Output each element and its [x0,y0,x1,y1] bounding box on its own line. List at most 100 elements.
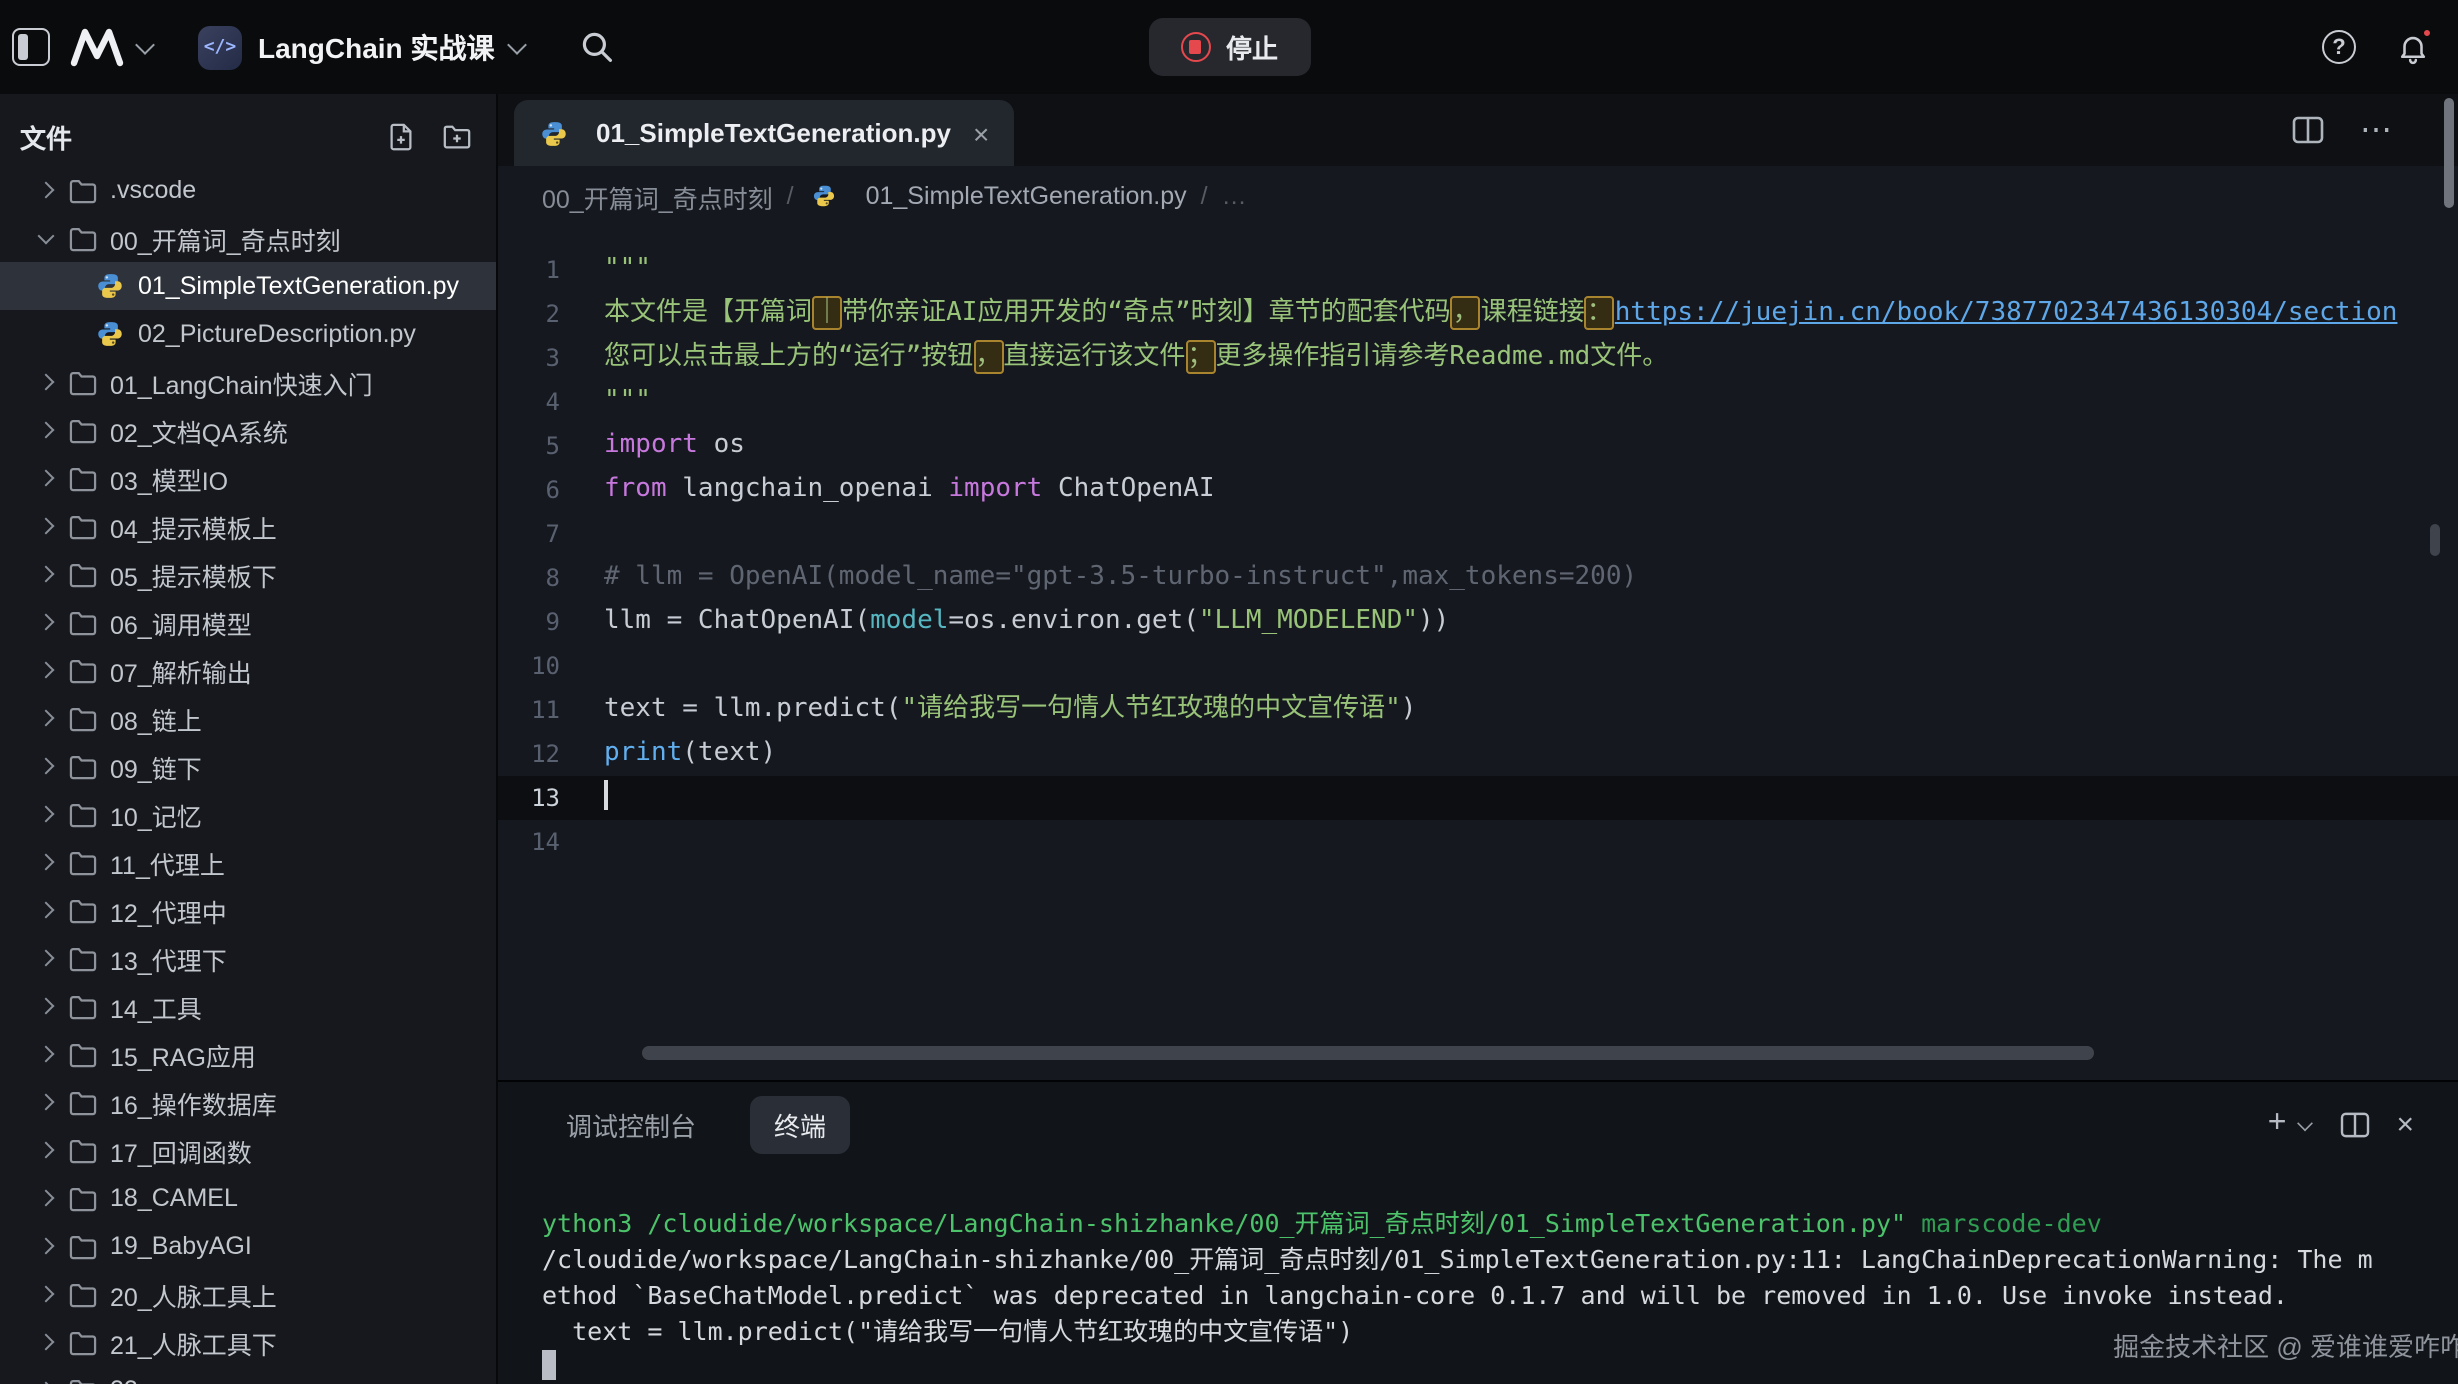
chevron-icon[interactable] [32,560,60,588]
search-icon[interactable] [580,30,614,64]
tree-folder-item[interactable]: 01_LangChain快速入门 [0,358,496,406]
chevron-icon[interactable] [32,464,60,492]
chevron-icon[interactable] [32,608,60,636]
chevron-icon[interactable] [32,1376,60,1384]
tab-debug-console[interactable]: 调试控制台 [542,1095,720,1153]
code-line[interactable]: 1""" [498,248,2458,292]
tree-folder-item[interactable]: 13_代理下 [0,934,496,982]
chevron-icon[interactable] [32,1136,60,1164]
code-line[interactable]: 11text = llm.predict("请给我写一句情人节红玫瑰的中文宣传语… [498,688,2458,732]
terminal-dropdown-chevron-icon[interactable] [2298,1117,2312,1131]
close-panel-icon[interactable]: × [2396,1107,2414,1141]
chevron-icon[interactable] [32,176,60,204]
tree-folder-item[interactable]: 09_链下 [0,742,496,790]
tree-folder-item[interactable]: 20_人脉工具上 [0,1270,496,1318]
sidebar-toggle-icon[interactable] [12,28,50,66]
new-terminal-icon[interactable]: + [2268,1106,2287,1142]
tree-folder-item[interactable]: 16_操作数据库 [0,1078,496,1126]
folder-icon [66,846,98,878]
code-editor[interactable]: 1"""2本文件是【开篇词｜带你亲证AI应用开发的“奇点”时刻】章节的配套代码，… [498,226,2458,1080]
tree-folder-item[interactable]: 06_调用模型 [0,598,496,646]
folder-icon [66,414,98,446]
chevron-icon[interactable] [32,992,60,1020]
tree-folder-item[interactable]: 21_人脉工具下 [0,1318,496,1366]
chevron-icon[interactable] [32,704,60,732]
split-editor-icon[interactable] [2292,116,2324,144]
code-line[interactable]: 13 [498,776,2458,820]
code-line[interactable]: 10 [498,644,2458,688]
tree-folder-item[interactable]: 08_链上 [0,694,496,742]
code-line[interactable]: 8# llm = OpenAI(model_name="gpt-3.5-turb… [498,556,2458,600]
tree-folder-item[interactable]: 10_记忆 [0,790,496,838]
terminal-text: ython3 /cloudide/workspace/LangChain-shi… [542,1208,1921,1238]
chevron-icon[interactable] [32,656,60,684]
code-line[interactable]: 3您可以点击最上方的“运行”按钮，直接运行该文件；更多操作指引请参考Readme… [498,336,2458,380]
file-tree: .vscode00_开篇词_奇点时刻01_SimpleTextGeneratio… [0,166,496,1384]
code-line[interactable]: 7 [498,512,2458,556]
tree-folder-item[interactable]: 05_提示模板下 [0,550,496,598]
tree-item-label: 14_工具 [110,987,202,1025]
code-line[interactable]: 6from langchain_openai import ChatOpenAI [498,468,2458,512]
tree-folder-item[interactable]: 18_CAMEL [0,1174,496,1222]
chevron-icon[interactable] [32,1040,60,1068]
new-file-icon[interactable] [386,122,416,152]
tab-terminal[interactable]: 终端 [750,1095,850,1153]
chevron-icon[interactable] [32,416,60,444]
chevron-icon[interactable] [32,1088,60,1116]
project-chevron-down-icon[interactable] [508,38,526,56]
new-folder-icon[interactable] [442,122,472,152]
chevron-icon[interactable] [32,944,60,972]
chevron-icon[interactable] [32,512,60,540]
folder-icon [66,750,98,782]
tree-file-item[interactable]: 01_SimpleTextGeneration.py [0,262,496,310]
tab-close-icon[interactable]: × [973,117,989,149]
app-logo[interactable] [68,26,154,68]
editor-scrollbar-thumb[interactable] [2430,524,2440,556]
tree-folder-item[interactable]: 12_代理中 [0,886,496,934]
tree-folder-item[interactable]: 14_工具 [0,982,496,1030]
more-icon[interactable]: ⋯ [2360,110,2394,150]
chevron-icon[interactable] [32,848,60,876]
code-line[interactable]: 2本文件是【开篇词｜带你亲证AI应用开发的“奇点”时刻】章节的配套代码，课程链接… [498,292,2458,336]
breadcrumb-file[interactable]: 01_SimpleTextGeneration.py [866,182,1187,210]
project-title[interactable]: LangChain 实战课 [258,27,494,67]
breadcrumb-folder[interactable]: 00_开篇词_奇点时刻 [542,177,773,215]
chevron-icon[interactable] [32,752,60,780]
chevron-icon[interactable] [32,368,60,396]
chevron-icon[interactable] [32,224,60,252]
code-line[interactable]: 9llm = ChatOpenAI(model=os.environ.get("… [498,600,2458,644]
tree-folder-item[interactable]: 11_代理上 [0,838,496,886]
folder-icon [66,606,98,638]
bell-icon[interactable] [2396,29,2430,65]
tree-folder-item[interactable]: 07_解析输出 [0,646,496,694]
window-scrollbar-thumb[interactable] [2444,98,2454,208]
chevron-icon[interactable] [32,800,60,828]
tree-file-item[interactable]: 02_PictureDescription.py [0,310,496,358]
editor-tab-active[interactable]: 01_SimpleTextGeneration.py × [514,100,1013,166]
help-icon[interactable]: ? [2322,30,2356,64]
stop-button[interactable]: 停止 [1148,18,1310,76]
tree-folder-item[interactable]: 03_模型IO [0,454,496,502]
code-line[interactable]: 5import os [498,424,2458,468]
tree-folder-item[interactable]: 19_BabyAGI [0,1222,496,1270]
tree-folder-item[interactable]: 02_文档QA系统 [0,406,496,454]
chevron-icon[interactable] [32,1328,60,1356]
code-line[interactable]: 12print(text) [498,732,2458,776]
code-line[interactable]: 14 [498,820,2458,864]
chevron-icon[interactable] [32,896,60,924]
code-line[interactable]: 4""" [498,380,2458,424]
chevron-icon[interactable] [32,1280,60,1308]
breadcrumb-more[interactable]: … [1222,182,1247,210]
split-terminal-icon[interactable] [2340,1111,2370,1137]
folder-icon [66,222,98,254]
chevron-icon[interactable] [32,1184,60,1212]
horizontal-scrollbar-thumb[interactable] [642,1046,2094,1060]
tree-folder-item[interactable]: 00_开篇词_奇点时刻 [0,214,496,262]
chevron-icon[interactable] [32,1232,60,1260]
tree-item-label: 04_提示模板上 [110,507,277,545]
tree-folder-item[interactable]: 15_RAG应用 [0,1030,496,1078]
tree-folder-item[interactable]: 22_ [0,1366,496,1384]
tree-folder-item[interactable]: .vscode [0,166,496,214]
tree-folder-item[interactable]: 17_回调函数 [0,1126,496,1174]
tree-folder-item[interactable]: 04_提示模板上 [0,502,496,550]
